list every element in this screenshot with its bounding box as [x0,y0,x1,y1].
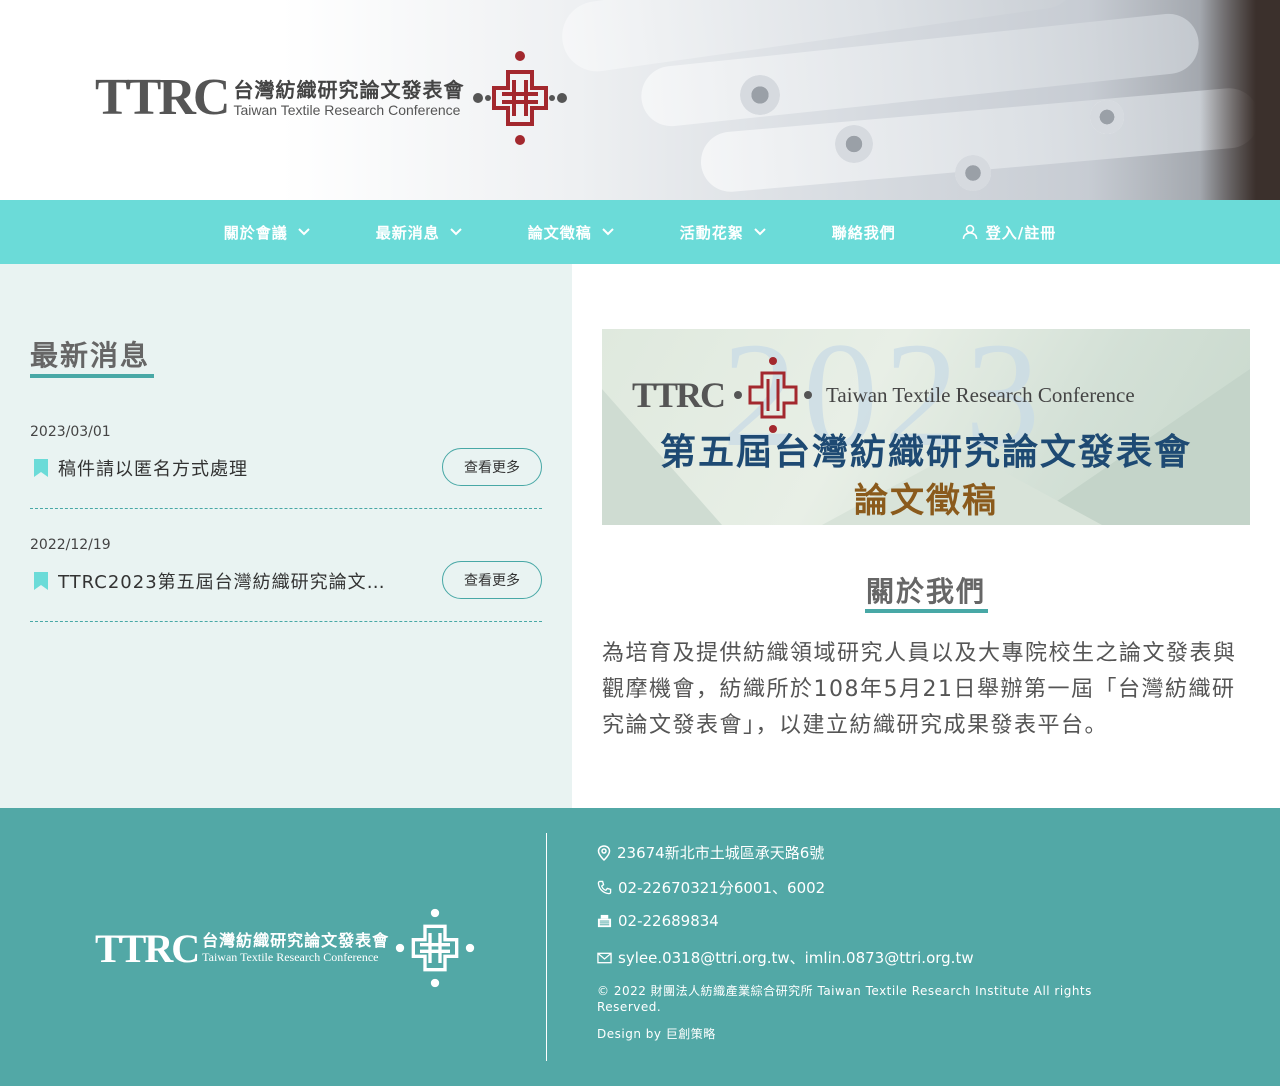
main-nav: 關於會議 最新消息 論文徵稿 活動花絮 聯絡我們 登入/註冊 [0,200,1280,264]
nav-item-about[interactable]: 關於會議 [224,200,310,264]
email-text[interactable]: sylee.0318@ttri.org.tw、imlin.0873@ttri.o… [618,947,974,968]
logo-ttrc: TTRC [95,69,230,126]
logo-text: 台灣紡織研究論文發表會 Taiwan Textile Research Conf… [233,78,464,119]
footer-divider [546,833,547,1061]
nav-item-call-for-papers[interactable]: 論文徵稿 [528,200,614,264]
about-heading: 關於我們 [865,575,986,608]
about-text: 為培育及提供紡織領域研究人員以及大專院校生之論文發表與觀摩機會，紡織所於108年… [602,641,1237,738]
site-footer: TTRC 台灣紡織研究論文發表會 Taiwan Textile Research… [0,808,1280,1086]
fax-text: 02-22689834 [618,912,719,930]
news-date: 2023/03/01 [30,424,111,440]
banner-ttrc: TTRC [632,375,726,415]
news-link[interactable]: TTRC2023第五屆台灣紡織研究論文發表會 [58,568,388,594]
nav-item-label: 活動花絮 [679,223,744,242]
location-pin-icon [597,844,611,861]
mail-icon [597,952,612,963]
banner-en: Taiwan Textile Research Conference [826,382,1135,407]
fabric-roll-end-decor [1090,100,1124,134]
news-divider [30,621,542,622]
news-row: TTRC2023第五屆台灣紡織研究論文發表會 查看更多 [30,561,542,601]
news-date: 2022/12/19 [30,537,111,553]
fabric-roll-end-decor [835,125,873,163]
read-more-button[interactable]: 查看更多 [442,561,542,599]
fax-icon [597,914,612,927]
footer-address: 23674新北市土城區承天路6號 [597,842,824,863]
news-divider [30,508,542,509]
news-row: 稿件請以匿名方式處理 查看更多 [30,448,542,488]
nav-item-login[interactable]: 登入/註冊 [962,200,1056,264]
chevron-down-icon [298,228,310,236]
bookmark-icon [34,459,48,477]
address-text: 23674新北市土城區承天路6號 [617,844,825,862]
news-item: 2022/12/19 TTRC2023第五屆台灣紡織研究論文發表會 查看更多 [30,537,542,622]
chevron-down-icon [450,228,462,236]
nav-item-news[interactable]: 最新消息 [376,200,462,264]
banner-headline: 第五屆台灣紡織研究論文發表會 [659,432,1192,473]
news-heading: 最新消息 [30,339,151,372]
nav-item-contact[interactable]: 聯絡我們 [832,200,896,264]
fabric-roll-end-decor [740,75,780,115]
ttrc-emblem-icon [473,51,568,145]
footer-email: sylee.0318@ttri.org.tw、imlin.0873@ttri.o… [597,947,974,968]
news-heading-underline [30,374,154,378]
phone-icon [597,880,612,895]
bookmark-icon [34,572,48,590]
nav-item-label: 關於會議 [223,223,288,242]
banner-subheadline: 論文徵稿 [854,481,998,521]
nav-item-gallery[interactable]: 活動花絮 [680,200,766,264]
ttrc-emblem-icon [395,908,475,988]
site-logo[interactable]: TTRC 台灣紡織研究論文發表會 Taiwan Textile Research… [95,50,568,146]
user-icon [962,224,978,240]
footer-phone: 02-22670321分6001、6002 [597,877,825,898]
nav-item-label: 論文徵稿 [527,223,592,242]
footer-logo-cn: 台灣紡織研究論文發表會 [202,931,390,951]
nav-item-label: 登入/註冊 [985,223,1057,242]
nav-item-label: 最新消息 [375,223,440,242]
news-link[interactable]: 稿件請以匿名方式處理 [58,455,388,481]
footer-logo-text: 台灣紡織研究論文發表會 Taiwan Textile Research Conf… [202,931,389,965]
read-more-button[interactable]: 查看更多 [442,448,542,486]
chevron-down-icon [754,228,766,236]
logo-cn: 台灣紡織研究論文發表會 [233,77,465,102]
footer-logo[interactable]: TTRC 台灣紡織研究論文發表會 Taiwan Textile Research… [95,908,475,988]
copyright-text: © 2022 財團法人紡織產業綜合研究所 Taiwan Textile Rese… [597,984,1092,1014]
header-photo-shadow [1200,0,1280,200]
footer-fax: 02-22689834 [597,912,719,930]
site-header: TTRC 台灣紡織研究論文發表會 Taiwan Textile Research… [0,0,1280,200]
nav-item-label: 聯絡我們 [831,223,896,242]
design-credit[interactable]: Design by 巨創策略 [597,1025,716,1042]
fabric-roll-end-decor [955,155,991,191]
conference-banner[interactable]: 2023 TTRC Taiwan Textile Research Confer… [602,329,1250,525]
footer-logo-en: Taiwan Textile Research Conference [202,950,379,965]
footer-logo-ttrc: TTRC [95,925,200,971]
chevron-down-icon [602,228,614,236]
about-heading-underline [865,609,988,613]
news-item: 2023/03/01 稿件請以匿名方式處理 查看更多 [30,424,542,509]
logo-en: Taiwan Textile Research Conference [233,101,461,118]
phone-text[interactable]: 02-22670321分6001、6002 [618,877,825,898]
news-section: 最新消息 2023/03/01 稿件請以匿名方式處理 查看更多 2022/12/… [0,264,572,808]
